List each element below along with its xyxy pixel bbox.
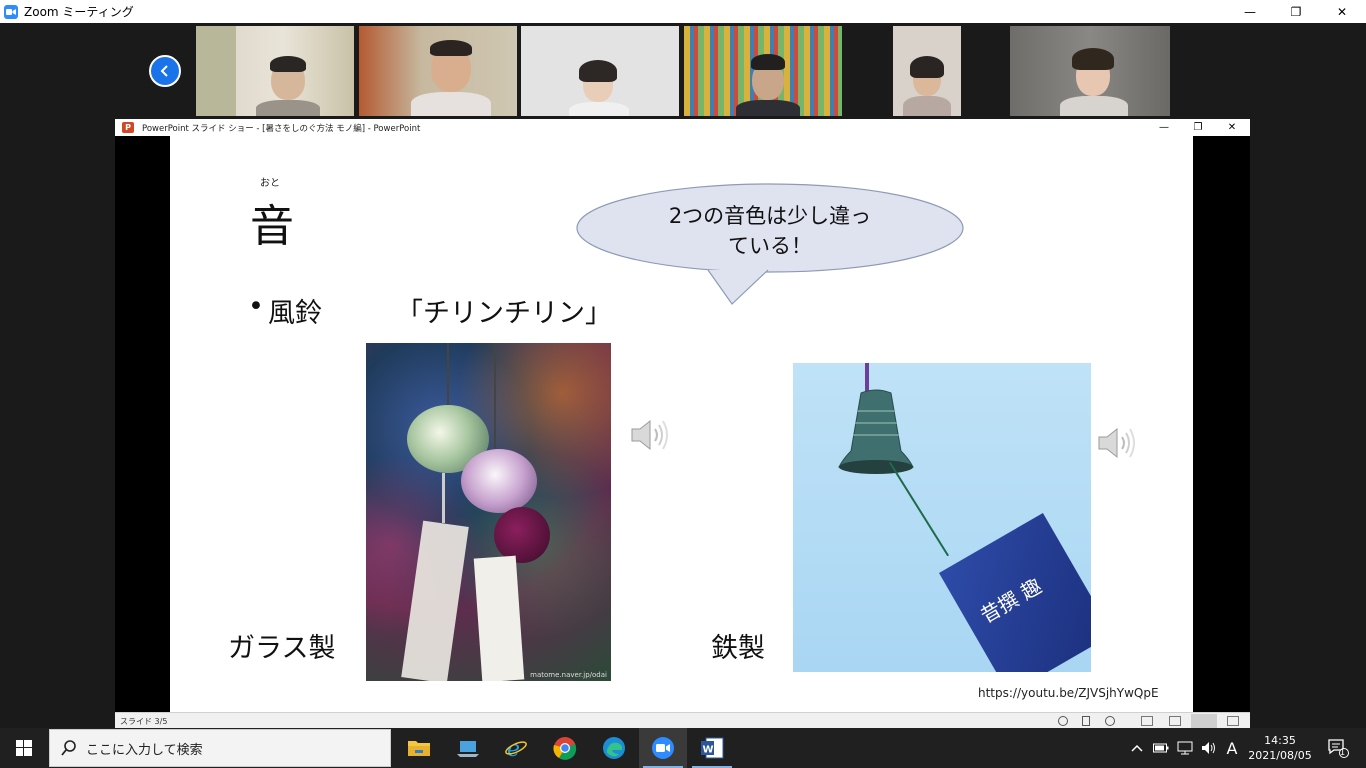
notification-count: 1 bbox=[1340, 748, 1346, 757]
word-taskbar-button[interactable]: W bbox=[688, 728, 736, 768]
participant-video-3[interactable] bbox=[521, 26, 679, 116]
chevron-left-icon bbox=[160, 65, 168, 77]
heading-ruby: おと bbox=[260, 178, 280, 189]
zoom-app-icon bbox=[4, 4, 18, 19]
bullet-label: 風鈴 bbox=[268, 298, 322, 329]
laptop-app-button[interactable] bbox=[444, 728, 492, 768]
windows-logo-icon bbox=[16, 740, 32, 756]
notification-icon bbox=[1328, 739, 1349, 758]
chrome-icon bbox=[553, 737, 577, 760]
ppt-close-button[interactable]: ✕ bbox=[1215, 119, 1249, 136]
internet-explorer-icon: e bbox=[505, 737, 527, 760]
word-icon: W bbox=[701, 737, 724, 759]
onomatopoeia-text: 「チリンチリン」 bbox=[396, 298, 612, 329]
ime-indicator[interactable]: A bbox=[1222, 728, 1242, 768]
right-caption: 鉄製 bbox=[711, 633, 765, 664]
speaker-icon[interactable] bbox=[1095, 423, 1139, 463]
search-icon bbox=[61, 740, 76, 756]
iron-windchime-image: 昔撰 趣 bbox=[793, 363, 1091, 672]
powerpoint-window-title: PowerPoint スライド ショー - [暑さをしのぐ方法 モノ編] - P… bbox=[142, 123, 421, 134]
laptop-icon bbox=[457, 741, 479, 757]
zoom-taskbar-button[interactable] bbox=[639, 728, 687, 768]
clock-date: 2021/08/05 bbox=[1248, 749, 1312, 762]
close-button[interactable]: ✕ bbox=[1319, 0, 1365, 23]
gallery-prev-button[interactable] bbox=[149, 55, 181, 87]
slide-canvas[interactable]: おと 音 2つの音色は少し違っ ている！ • 風鈴 「チリンチリン」 matom… bbox=[170, 136, 1193, 712]
image-credit: matome.naver.jp/odai bbox=[530, 671, 607, 679]
edge-button[interactable] bbox=[590, 728, 638, 768]
slideshow-view-icon[interactable] bbox=[1227, 716, 1239, 726]
next-slide-icon[interactable] bbox=[1105, 716, 1115, 726]
file-explorer-button[interactable] bbox=[395, 728, 443, 768]
ppt-restore-button[interactable]: ❐ bbox=[1181, 119, 1215, 136]
network-icon[interactable] bbox=[1174, 728, 1196, 768]
zoom-window-title: Zoom ミーティング bbox=[24, 5, 134, 19]
battery-icon[interactable] bbox=[1150, 728, 1172, 768]
powerpoint-app-icon: P bbox=[122, 122, 134, 133]
ppt-minimize-button[interactable]: — bbox=[1147, 119, 1181, 136]
callout-line-2: ている！ bbox=[728, 234, 812, 258]
restore-button[interactable]: ❐ bbox=[1273, 0, 1319, 23]
participant-video-5[interactable] bbox=[893, 26, 961, 116]
source-url[interactable]: https://youtu.be/ZJVSjhYwQpE bbox=[978, 686, 1159, 700]
speaker-icon[interactable] bbox=[628, 415, 672, 455]
slide-menu-icon[interactable] bbox=[1082, 716, 1090, 726]
prev-slide-icon[interactable] bbox=[1058, 716, 1068, 726]
participant-video-6[interactable] bbox=[1010, 26, 1170, 116]
powerpoint-titlebar: P PowerPoint スライド ショー - [暑さをしのぐ方法 モノ編] -… bbox=[115, 119, 1250, 136]
show-hidden-icons-button[interactable] bbox=[1127, 728, 1147, 768]
slide-sorter-icon[interactable] bbox=[1169, 716, 1181, 726]
slide-heading: 音 bbox=[250, 201, 294, 252]
bullet-marker: • bbox=[248, 291, 264, 322]
folder-icon bbox=[408, 741, 430, 756]
powerpoint-window: P PowerPoint スライド ショー - [暑さをしのぐ方法 モノ編] -… bbox=[115, 119, 1250, 729]
taskbar-search-box[interactable]: ここに入力して検索 bbox=[49, 729, 391, 767]
slide-counter: スライド 3/5 bbox=[120, 717, 168, 726]
zoom-icon bbox=[652, 737, 674, 759]
participant-video-1[interactable] bbox=[196, 26, 354, 116]
svg-text:W: W bbox=[703, 745, 714, 756]
volume-icon[interactable] bbox=[1198, 728, 1220, 768]
iron-bell-icon bbox=[838, 389, 914, 474]
action-center-button[interactable]: 1 bbox=[1318, 728, 1358, 768]
clock-time: 14:35 bbox=[1264, 734, 1296, 747]
callout-line-1: 2つの音色は少し違っ bbox=[668, 204, 872, 228]
reading-view-icon[interactable] bbox=[1191, 714, 1217, 728]
powerpoint-statusbar: スライド 3/5 bbox=[115, 712, 1250, 729]
edge-icon bbox=[603, 737, 625, 759]
minimize-button[interactable]: — bbox=[1227, 0, 1273, 23]
left-caption: ガラス製 bbox=[228, 633, 336, 664]
start-button[interactable] bbox=[0, 728, 48, 768]
normal-view-icon[interactable] bbox=[1141, 716, 1153, 726]
search-placeholder: ここに入力して検索 bbox=[86, 742, 203, 758]
windows-taskbar: ここに入力して検索 e W A 14:35 2021/08/05 1 bbox=[0, 728, 1366, 768]
chrome-button[interactable] bbox=[541, 728, 589, 768]
zoom-titlebar: Zoom ミーティング — ❐ ✕ bbox=[0, 0, 1366, 23]
glass-windchime-image: matome.naver.jp/odai bbox=[366, 343, 611, 681]
participant-video-4[interactable] bbox=[684, 26, 842, 116]
clock[interactable]: 14:35 2021/08/05 bbox=[1246, 728, 1314, 768]
chevron-up-icon bbox=[1131, 744, 1143, 752]
internet-explorer-button[interactable]: e bbox=[492, 728, 540, 768]
participant-video-2[interactable] bbox=[359, 26, 517, 116]
